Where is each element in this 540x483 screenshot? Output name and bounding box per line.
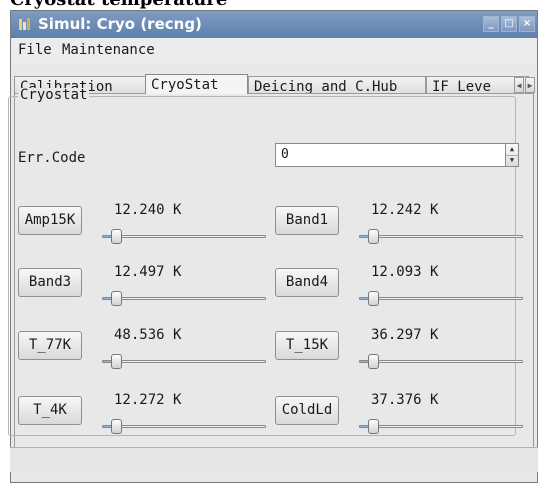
band4-button[interactable]: Band4	[275, 268, 339, 297]
tab-scroll-left-button[interactable]: ◀	[514, 77, 524, 93]
band1-button[interactable]: Band1	[275, 206, 339, 235]
t-77k-button[interactable]: T_77K	[18, 331, 82, 360]
err-code-spinner[interactable]: ▲ ▼	[505, 143, 519, 167]
amp15k-slider[interactable]	[102, 229, 266, 244]
t-15k-slider[interactable]	[359, 354, 523, 369]
t-4k-reading: 12.272 K	[114, 392, 182, 408]
title-bar[interactable]: Simul: Cryo (recng) _ □ ×	[11, 11, 537, 38]
spin-down-icon[interactable]: ▼	[506, 155, 518, 166]
coldld-slider-handle[interactable]	[368, 419, 379, 434]
t-4k-slider[interactable]	[102, 419, 266, 434]
band1-slider[interactable]	[359, 229, 523, 244]
tab-cryostat[interactable]: CryoStat	[145, 74, 248, 94]
err-code-label: Err.Code	[18, 150, 86, 166]
window-title: Simul: Cryo (recng)	[38, 15, 202, 33]
t-77k-reading: 48.536 K	[114, 327, 182, 343]
band4-slider[interactable]	[359, 291, 523, 306]
coldld-reading: 37.376 K	[371, 392, 439, 408]
band3-button[interactable]: Band3	[18, 268, 82, 297]
t-15k-reading: 36.297 K	[371, 327, 439, 343]
band4-slider-handle[interactable]	[368, 291, 379, 306]
close-button[interactable]: ×	[519, 16, 535, 32]
t-15k-button[interactable]: T_15K	[275, 331, 339, 360]
band1-slider-handle[interactable]	[368, 229, 379, 244]
menu-file[interactable]: File	[18, 42, 52, 58]
coldld-button[interactable]: ColdLd	[275, 396, 339, 425]
err-code-field[interactable]: 0	[275, 143, 506, 167]
tab-deicing-chub[interactable]: Deicing and C.Hub	[248, 76, 426, 94]
amp15k-slider-handle[interactable]	[111, 229, 122, 244]
menu-maintenance[interactable]: Maintenance	[62, 42, 155, 58]
t-15k-slider-handle[interactable]	[368, 354, 379, 369]
minimize-button[interactable]: _	[483, 16, 499, 32]
status-bar	[10, 447, 538, 472]
band3-slider[interactable]	[102, 291, 266, 306]
amp15k-button[interactable]: Amp15K	[18, 206, 82, 235]
cryostat-group-title: Cryostat	[18, 87, 90, 103]
t-4k-button[interactable]: T_4K	[18, 396, 82, 425]
band4-reading: 12.093 K	[371, 264, 439, 280]
band1-reading: 12.242 K	[371, 202, 439, 218]
band3-reading: 12.497 K	[114, 264, 182, 280]
page-caption: Cryostat temperature	[10, 0, 227, 9]
menu-bar: File Maintenance	[11, 38, 537, 64]
tab-scroll-right-button[interactable]: ▶	[525, 77, 535, 93]
app-icon	[19, 18, 30, 30]
tab-bar: Calibration CryoStat Deicing and C.Hub I…	[11, 64, 537, 94]
band3-slider-handle[interactable]	[111, 291, 122, 306]
maximize-button[interactable]: □	[501, 16, 517, 32]
t-77k-slider-handle[interactable]	[111, 354, 122, 369]
coldld-slider[interactable]	[359, 419, 523, 434]
amp15k-reading: 12.240 K	[114, 202, 182, 218]
t-77k-slider[interactable]	[102, 354, 266, 369]
t-4k-slider-handle[interactable]	[111, 419, 122, 434]
